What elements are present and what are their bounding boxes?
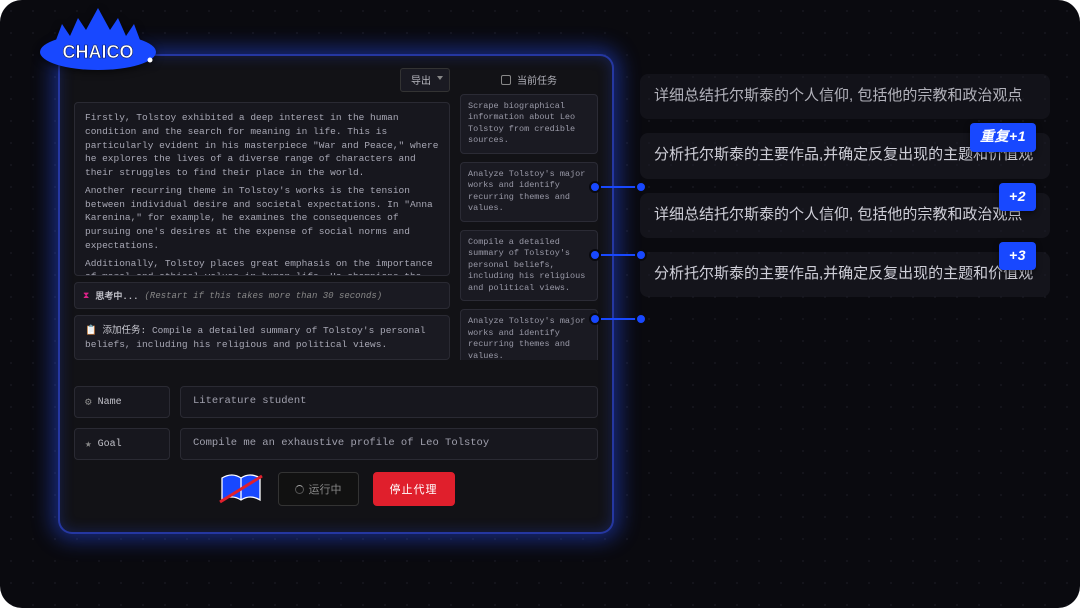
task-item[interactable]: Scrape biographical information about Le… <box>460 94 598 154</box>
analysis-text: 详细总结托尔斯泰的个人信仰, 包括他的宗教和政治观点 <box>654 206 1022 223</box>
thinking-status: ⧗ 思考中... (Restart if this takes more tha… <box>74 282 450 309</box>
name-label-text: Name <box>98 397 122 408</box>
agent-panel: 导出 Firstly, Tolstoy exhibited a deep int… <box>58 54 614 534</box>
task-list: Scrape biographical information about Le… <box>460 94 598 360</box>
brand-logo: CHAICO <box>28 6 168 81</box>
add-task-line: 📋 添加任务: Compile a detailed summary of To… <box>74 315 450 360</box>
task-column: 当前任务 Scrape biographical information abo… <box>460 68 598 360</box>
connector-line <box>594 318 642 320</box>
goal-field[interactable]: Compile me an exhaustive profile of Leo … <box>180 428 598 460</box>
output-paragraph: Another recurring theme in Tolstoy's wor… <box>85 184 439 253</box>
duplicate-badge: +2 <box>999 183 1036 212</box>
star-icon: ★ <box>85 437 92 451</box>
stop-agent-button[interactable]: 停止代理 <box>373 472 455 506</box>
task-item[interactable]: Analyze Tolstoy's major works and identi… <box>460 162 598 222</box>
globe-icon: ⚙ <box>85 395 92 409</box>
task-header: 当前任务 <box>460 68 598 94</box>
duplicate-badge: 重复+1 <box>970 123 1036 152</box>
goal-row: ★ Goal Compile me an exhaustive profile … <box>74 428 598 460</box>
name-row: ⚙ Name Literature student <box>74 386 598 418</box>
hourglass-icon: ⧗ <box>83 291 89 301</box>
thinking-label: 思考中... <box>95 289 138 302</box>
export-button[interactable]: 导出 <box>400 68 450 92</box>
task-item[interactable]: Compile a detailed summary of Tolstoy's … <box>460 230 598 301</box>
task-item[interactable]: Analyze Tolstoy's major works and identi… <box>460 309 598 360</box>
analysis-card: 详细总结托尔斯泰的个人信仰, 包括他的宗教和政治观点 <box>640 74 1050 119</box>
connector-line <box>594 186 642 188</box>
goal-label-text: Goal <box>98 439 122 450</box>
name-label: ⚙ Name <box>74 386 170 418</box>
analysis-panel: 详细总结托尔斯泰的个人信仰, 包括他的宗教和政治观点 重复+1 分析托尔斯泰的主… <box>640 74 1050 297</box>
connector-line <box>594 254 642 256</box>
fields: ⚙ Name Literature student ★ Goal Compile… <box>74 386 598 460</box>
task-header-label: 当前任务 <box>517 72 557 88</box>
duplicate-badge: +3 <box>999 242 1036 271</box>
svg-text:CHAICO: CHAICO <box>63 42 134 62</box>
output-paragraph: Additionally, Tolstoy places great empha… <box>85 257 439 277</box>
analysis-card: 重复+1 分析托尔斯泰的主要作品,并确定反复出现的主题和价值观 <box>640 133 1050 178</box>
book-icon <box>218 472 264 506</box>
running-label: 运行中 <box>309 485 342 497</box>
clipboard-icon: 📋 <box>85 325 97 336</box>
output-paragraph: Firstly, Tolstoy exhibited a deep intere… <box>85 111 439 180</box>
thinking-hint: (Restart if this takes more than 30 seco… <box>145 291 383 301</box>
button-row: 运行中 停止代理 <box>74 472 598 506</box>
output-column: 导出 Firstly, Tolstoy exhibited a deep int… <box>74 68 450 360</box>
output-text: Firstly, Tolstoy exhibited a deep intere… <box>74 102 450 276</box>
addtask-label: 添加任务: <box>103 325 147 336</box>
running-button[interactable]: 运行中 <box>278 472 359 506</box>
analysis-card: +3 分析托尔斯泰的主要作品,并确定反复出现的主题和价值观 <box>640 252 1050 297</box>
goal-label: ★ Goal <box>74 428 170 460</box>
analysis-text: 详细总结托尔斯泰的个人信仰, 包括他的宗教和政治观点 <box>654 87 1022 104</box>
list-icon <box>501 75 511 85</box>
name-field[interactable]: Literature student <box>180 386 598 418</box>
analysis-card: +2 详细总结托尔斯泰的个人信仰, 包括他的宗教和政治观点 <box>640 193 1050 238</box>
panel-top: 导出 Firstly, Tolstoy exhibited a deep int… <box>74 68 598 360</box>
analysis-text: 分析托尔斯泰的主要作品,并确定反复出现的主题和价值观 <box>654 265 1033 282</box>
spinner-icon <box>295 485 304 494</box>
